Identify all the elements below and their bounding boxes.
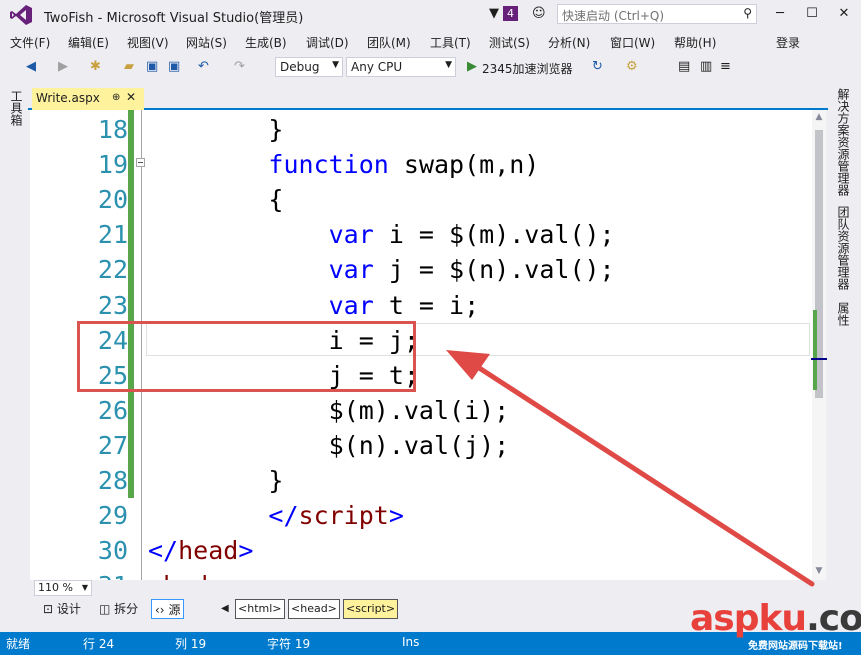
annotation-arrow [446,350,815,587]
watermark-logo: aspku.com [690,598,861,639]
watermark-tld: .com [806,598,861,639]
watermark-subtitle: 免费网站源码下载站! [748,641,843,652]
watermark-text: aspku [690,598,807,639]
